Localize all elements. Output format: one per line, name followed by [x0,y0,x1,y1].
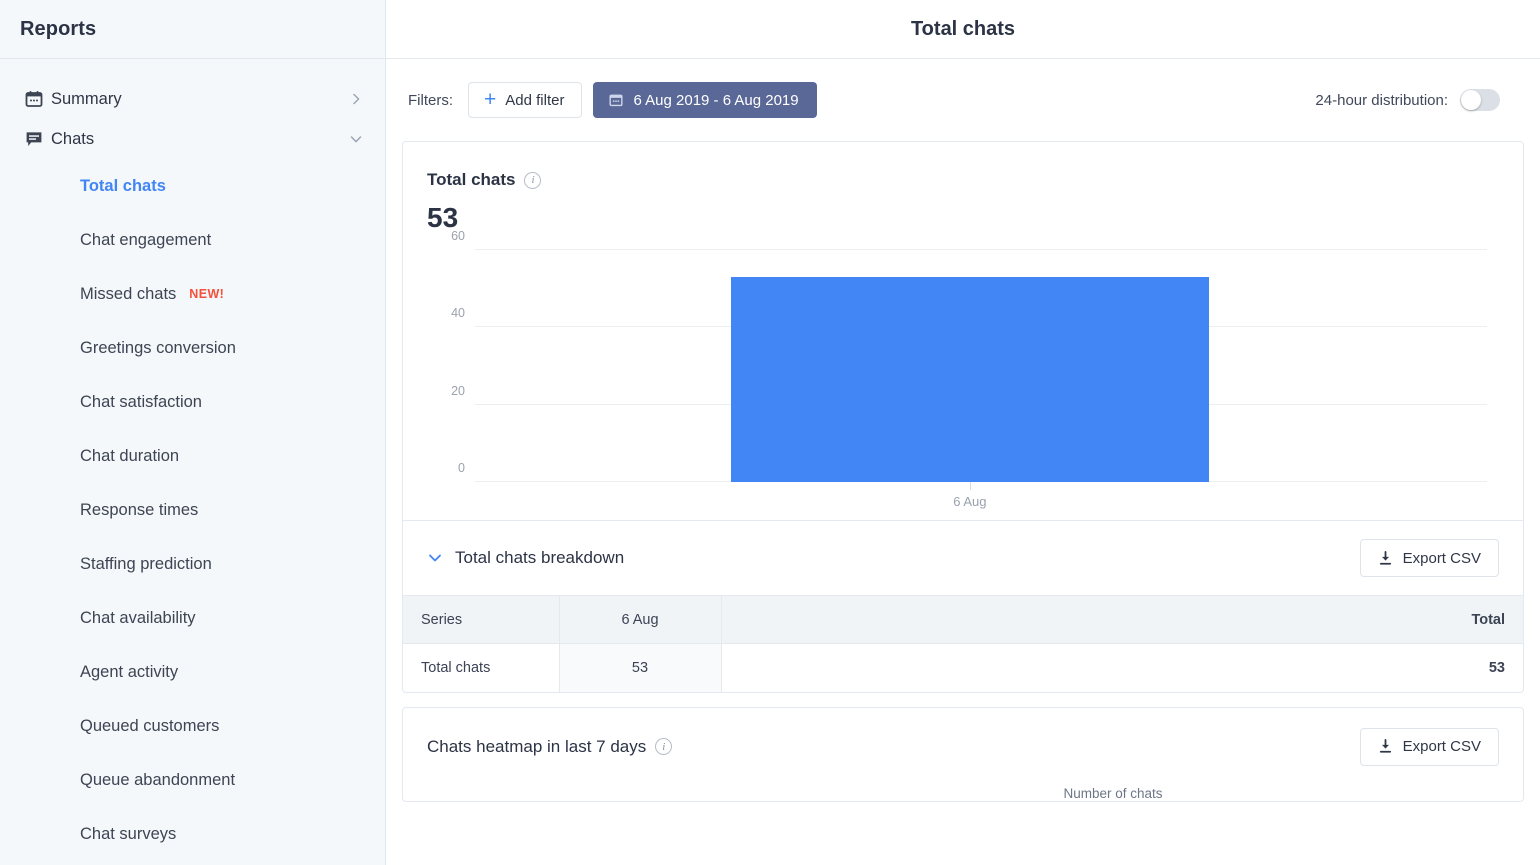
total-chats-card: Total chats i 53 0 20 40 60 6 Aug Total … [402,141,1524,693]
y-axis-tick-label: 0 [458,461,465,475]
sidebar-item-chat-availability[interactable]: Chat availability [0,591,385,645]
sidebar-item-label: Response times [80,500,199,519]
date-range-button[interactable]: 6 Aug 2019 - 6 Aug 2019 [593,82,817,118]
sidebar-group-label: Summary [51,89,122,108]
toggle-knob [1461,90,1481,110]
gridline-60 [475,249,1487,250]
distribution-toggle[interactable] [1460,89,1500,111]
sidebar-item-queued-customers[interactable]: Queued customers [0,699,385,753]
sidebar-item-label: Missed chats [80,284,177,303]
calendar-icon [25,90,49,108]
distribution-label: 24-hour distribution: [1315,91,1448,109]
sidebar-item-chat-duration[interactable]: Chat duration [0,429,385,483]
x-axis-tick-label: 6 Aug [953,494,987,509]
report-content: Total chats i 53 0 20 40 60 6 Aug Total … [386,141,1540,865]
sidebar-item-label: Chat satisfaction [80,392,202,411]
chart-title: Total chats [427,170,516,189]
download-icon [1378,739,1393,754]
breakdown-table-head: Series 6 Aug Total [403,595,1523,644]
page-title: Total chats [910,17,1016,40]
download-icon [1378,550,1393,566]
export-csv-label: Export CSV [1402,549,1481,567]
status-badge-new: NEW! [189,287,225,301]
export-csv-label: Export CSV [1402,738,1481,755]
page-header: Total chats [386,0,1540,59]
main-panel: Total chats Filters: + Add filter 6 Aug … [386,0,1540,865]
app-root: Reports Summary Chats Total chats Chat e… [0,0,1540,865]
chart-total-value: 53 [427,202,459,233]
breakdown-header: Total chats breakdown Export CSV [403,520,1523,595]
sidebar-header: Reports [0,0,385,59]
sidebar-item-label: Total chats [80,176,166,195]
heatmap-header: Chats heatmap in last 7 days i Export CS… [403,708,1523,766]
chevron-right-icon[interactable] [349,92,363,106]
y-axis-tick-label: 40 [451,306,465,321]
filter-bar: Filters: + Add filter 6 Aug 2019 - 6 Aug… [386,59,1540,141]
sidebar-item-total-chats[interactable]: Total chats [0,159,385,213]
filters-label: Filters: [408,91,453,109]
export-csv-button-breakdown[interactable]: Export CSV [1359,539,1499,577]
chevron-down-icon[interactable] [349,132,363,146]
cell-gap [721,643,1403,692]
sidebar-item-label: Queued customers [80,716,220,735]
sidebar-group-label: Chats [51,129,95,148]
chevron-down-icon[interactable] [427,550,443,566]
calendar-small-icon [609,93,624,107]
bar-chart: 0 20 40 60 6 Aug [427,229,1495,512]
chat-bubble-icon [25,130,49,148]
table-header-row: Series 6 Aug Total [403,595,1523,644]
sidebar-group-summary[interactable]: Summary [0,79,385,119]
table-row: Total chats 53 53 [403,643,1523,692]
column-header-gap [721,595,1403,644]
sidebar-item-label: Staffing prediction [80,554,212,573]
sidebar-item-agent-activity[interactable]: Agent activity [0,645,385,699]
x-axis-tick-mark [969,482,971,490]
sidebar-item-label: Chat engagement [80,230,212,249]
sidebar-item-label: Chat duration [80,446,180,465]
column-header-series: Series [403,595,559,644]
sidebar-item-queue-abandonment[interactable]: Queue abandonment [0,753,385,807]
sidebar-item-response-times[interactable]: Response times [0,483,385,537]
sidebar-nav: Summary Chats Total chats Chat engagemen… [0,59,385,861]
cell-total: 53 [1403,643,1523,692]
sidebar-item-label: Chat surveys [80,824,177,843]
sidebar-item-missed-chats[interactable]: Missed chats NEW! [0,267,385,321]
chats-heatmap-card: Chats heatmap in last 7 days i Export CS… [402,706,1524,802]
column-header-date: 6 Aug [558,595,722,644]
cell-series: Total chats [403,643,559,692]
info-icon[interactable]: i [524,171,542,189]
heatmap-title: Chats heatmap in last 7 days [427,736,647,756]
bar-6-aug[interactable] [731,277,1209,482]
sidebar-title: Reports [20,17,97,40]
plus-icon: + [484,87,497,111]
date-range-label: 6 Aug 2019 - 6 Aug 2019 [633,91,799,109]
add-filter-label: Add filter [505,91,565,109]
heatmap-legend-label: Number of chats [1063,785,1163,801]
cell-value: 53 [558,643,722,692]
sidebar-item-label: Greetings conversion [80,338,236,357]
sidebar-group-chats[interactable]: Chats [0,119,385,159]
sidebar: Reports Summary Chats Total chats Chat e… [0,0,386,865]
breakdown-title: Total chats breakdown [455,548,625,567]
chart-header: Total chats i 53 0 20 40 60 6 Aug [403,142,1523,520]
sidebar-item-staffing-prediction[interactable]: Staffing prediction [0,537,385,591]
breakdown-table: Series 6 Aug Total Total chats 53 53 [403,595,1523,692]
sidebar-item-chat-engagement[interactable]: Chat engagement [0,213,385,267]
sidebar-item-chat-satisfaction[interactable]: Chat satisfaction [0,375,385,429]
add-filter-button[interactable]: + Add filter [468,82,583,118]
column-header-total: Total [1403,595,1523,644]
info-icon[interactable]: i [655,738,673,755]
y-axis-tick-label: 60 [451,229,465,243]
export-csv-button-heatmap[interactable]: Export CSV [1359,727,1499,766]
plot-area: 0 20 40 60 6 Aug [451,229,1487,509]
sidebar-item-label: Queue abandonment [80,770,236,789]
sidebar-item-label: Chat availability [80,608,196,627]
sidebar-item-label: Agent activity [80,662,179,681]
sidebar-item-greetings-conversion[interactable]: Greetings conversion [0,321,385,375]
sidebar-item-chat-surveys[interactable]: Chat surveys [0,807,385,861]
chart-title-row: Total chats i [427,170,1495,190]
breakdown-table-body: Total chats 53 53 [403,643,1523,692]
y-axis-tick-label: 20 [451,383,465,398]
